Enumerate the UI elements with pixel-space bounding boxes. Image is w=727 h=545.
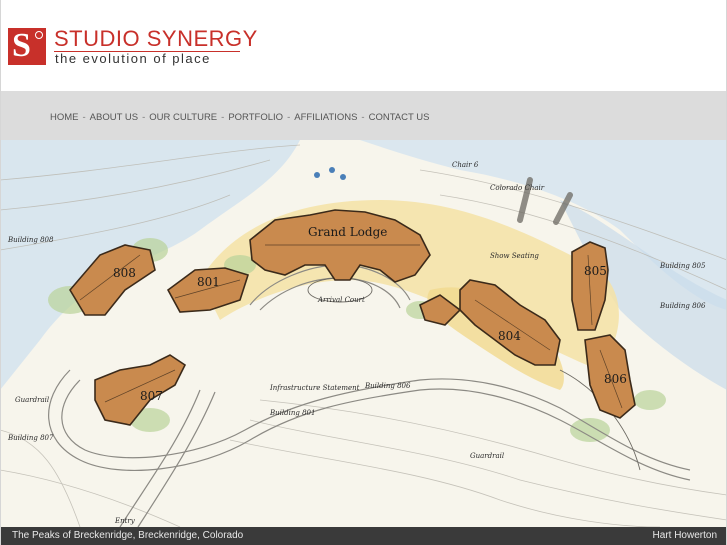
label-grand-lodge: Grand Lodge xyxy=(308,225,387,239)
nav-home[interactable]: HOME xyxy=(50,112,79,123)
brand-name[interactable]: STUDIO SYNERGY xyxy=(54,26,258,52)
note-entry: Entry xyxy=(114,517,136,525)
nav-affiliations[interactable]: AFFILIATIONS xyxy=(294,112,357,123)
brand-tagline: the evolution of place xyxy=(55,51,211,66)
note-infrastructure: Infrastructure Statement xyxy=(269,384,360,392)
logo[interactable]: S xyxy=(8,27,46,65)
note-building-806: Building 806 xyxy=(659,302,706,310)
note-building-808: Building 808 xyxy=(7,236,54,244)
note-chair-6: Chair 6 xyxy=(452,161,479,169)
page-border-left xyxy=(0,0,1,545)
logo-letter: S xyxy=(12,27,31,64)
nav-separator: - xyxy=(287,112,291,123)
header: S STUDIO SYNERGY the evolution of place xyxy=(0,0,727,91)
note-building-806b: Building 806 xyxy=(364,382,411,390)
caption-credit: Hart Howerton xyxy=(652,530,717,541)
nav-about-us[interactable]: ABOUT US xyxy=(90,112,138,123)
nav-separator: - xyxy=(142,112,146,123)
page: S STUDIO SYNERGY the evolution of place … xyxy=(0,0,727,545)
nav-separator: - xyxy=(361,112,365,123)
registered-mark-icon xyxy=(35,31,43,39)
nav-separator: - xyxy=(82,112,86,123)
label-807: 807 xyxy=(140,389,163,403)
note-building-805: Building 805 xyxy=(659,262,706,270)
caption-bar: The Peaks of Breckenridge, Breckenridge,… xyxy=(0,527,727,545)
note-colorado-chair: Colorado Chair xyxy=(490,184,545,192)
note-arrival-court: Arrival Court xyxy=(317,296,365,304)
label-806: 806 xyxy=(604,372,627,386)
note-guardrail-2: Guardrail xyxy=(470,452,504,460)
nav-portfolio[interactable]: PORTFOLIO xyxy=(228,112,283,123)
note-show-seating: Show Seating xyxy=(490,252,539,260)
main-nav: HOME - ABOUT US - OUR CULTURE - PORTFOLIO - AFFI… xyxy=(50,112,429,124)
label-801: 801 xyxy=(197,275,220,289)
label-808: 808 xyxy=(113,266,136,280)
site-plan-drawing: 808 801 807 804 805 806 Grand Lodge Arri… xyxy=(0,140,727,527)
note-guardrail: Guardrail xyxy=(15,396,49,404)
nav-contact-us[interactable]: CONTACT US xyxy=(369,112,430,123)
note-building-807: Building 807 xyxy=(7,434,54,442)
nav-our-culture[interactable]: OUR CULTURE xyxy=(149,112,217,123)
nav-separator: - xyxy=(221,112,225,123)
label-805: 805 xyxy=(584,264,607,278)
label-804: 804 xyxy=(498,329,521,343)
caption-project: The Peaks of Breckenridge, Breckenridge,… xyxy=(12,530,244,541)
note-building-801: Building 801 xyxy=(269,409,315,417)
site-plan-image: 808 801 807 804 805 806 Grand Lodge Arri… xyxy=(0,140,727,527)
